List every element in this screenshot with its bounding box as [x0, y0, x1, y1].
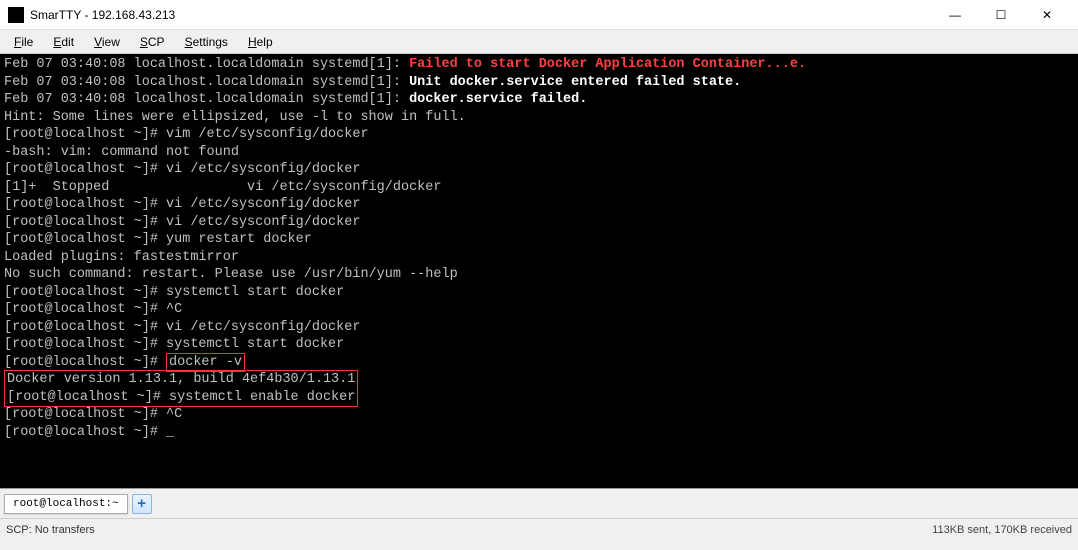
terminal-line: Hint: Some lines were ellipsized, use -l…: [4, 109, 1074, 127]
red-highlight-box: docker -v: [166, 353, 245, 373]
terminal-line: [root@localhost ~]# ^C: [4, 301, 1074, 319]
terminal-text: [root@localhost ~]# yum restart docker: [4, 232, 312, 247]
window-controls: — ☐ ✕: [932, 0, 1070, 30]
menu-settings[interactable]: Settings: [175, 32, 238, 52]
terminal-line: Feb 07 03:40:08 localhost.localdomain sy…: [4, 74, 1074, 92]
terminal-text: Hint: Some lines were ellipsized, use -l…: [4, 110, 466, 125]
terminal-line: [root@localhost ~]# vim /etc/sysconfig/d…: [4, 126, 1074, 144]
tab-session-1[interactable]: root@localhost:~: [4, 494, 128, 514]
terminal-text: Feb 07 03:40:08 localhost.localdomain sy…: [4, 92, 409, 107]
terminal-line: Loaded plugins: fastestmirror: [4, 249, 1074, 267]
maximize-button[interactable]: ☐: [978, 0, 1024, 30]
terminal-text: Failed to start Docker Application Conta…: [409, 57, 806, 72]
menu-help-label: elp: [257, 35, 273, 49]
terminal-text: [root@localhost ~]# vi /etc/sysconfig/do…: [4, 197, 360, 212]
prompt: [root@localhost ~]#: [4, 355, 166, 370]
terminal-text: Loaded plugins: fastestmirror: [4, 250, 239, 265]
statusbar: SCP: No transfers 113KB sent, 170KB rece…: [0, 518, 1078, 540]
terminal-text: -bash: vim: command not found: [4, 145, 239, 160]
menu-edit-label: dit: [61, 35, 74, 49]
terminal-text: [root@localhost ~]# systemctl start dock…: [4, 337, 344, 352]
terminal-line: Feb 07 03:40:08 localhost.localdomain sy…: [4, 56, 1074, 74]
terminal-text: Feb 07 03:40:08 localhost.localdomain sy…: [4, 75, 409, 90]
minimize-button[interactable]: —: [932, 0, 978, 30]
terminal-line: -bash: vim: command not found: [4, 144, 1074, 162]
menu-help[interactable]: Help: [238, 32, 283, 52]
menu-edit[interactable]: Edit: [43, 32, 84, 52]
command-text: docker -v: [169, 355, 242, 370]
terminal-text: [root@localhost ~]# systemctl start dock…: [4, 285, 344, 300]
terminal-text: Feb 07 03:40:08 localhost.localdomain sy…: [4, 57, 409, 72]
terminal-output: Docker version 1.13.1, build 4ef4b30/1.1…: [7, 371, 355, 389]
terminal-line: [root@localhost ~]# systemctl start dock…: [4, 336, 1074, 354]
terminal-text: [root@localhost ~]#: [4, 425, 166, 440]
window-title: SmarTTY - 192.168.43.213: [30, 8, 175, 22]
titlebar: SmarTTY - 192.168.43.213 — ☐ ✕: [0, 0, 1078, 30]
terminal-line: [root@localhost ~]# vi /etc/sysconfig/do…: [4, 161, 1074, 179]
terminal[interactable]: Feb 07 03:40:08 localhost.localdomain sy…: [0, 54, 1078, 488]
terminal-line: [root@localhost ~]# systemctl start dock…: [4, 284, 1074, 302]
menu-settings-label: ettings: [193, 35, 228, 49]
menu-scp-label: CP: [148, 35, 165, 49]
terminal-line: [root@localhost ~]# systemctl enable doc…: [7, 389, 355, 407]
terminal-text: [1]+ Stopped vi /etc/sysconfig/docker: [4, 180, 441, 195]
terminal-line: [root@localhost ~]# docker -v: [4, 354, 1074, 372]
status-right: 113KB sent, 170KB received: [932, 524, 1072, 536]
terminal-line: [root@localhost ~]# vi /etc/sysconfig/do…: [4, 196, 1074, 214]
command-text: systemctl enable docker: [169, 390, 355, 405]
terminal-line: [root@localhost ~]# vi /etc/sysconfig/do…: [4, 214, 1074, 232]
terminal-line: [1]+ Stopped vi /etc/sysconfig/docker: [4, 179, 1074, 197]
menubar: File Edit View SCP Settings Help: [0, 30, 1078, 54]
new-tab-button[interactable]: +: [132, 494, 152, 514]
terminal-text: [root@localhost ~]# ^C: [4, 302, 182, 317]
status-left: SCP: No transfers: [6, 524, 95, 536]
terminal-line: [root@localhost ~]# yum restart docker: [4, 231, 1074, 249]
terminal-text: Unit docker.service entered failed state…: [409, 75, 741, 90]
menu-file-label: ile: [21, 35, 33, 49]
terminal-text: docker.service failed.: [409, 92, 587, 107]
terminal-line: [root@localhost ~]# vi /etc/sysconfig/do…: [4, 319, 1074, 337]
menu-scp[interactable]: SCP: [130, 32, 175, 52]
terminal-text: No such command: restart. Please use /us…: [4, 267, 458, 282]
menu-file[interactable]: File: [4, 32, 43, 52]
terminal-text: [root@localhost ~]# vi /etc/sysconfig/do…: [4, 215, 360, 230]
terminal-line: [root@localhost ~]# ^C: [4, 406, 1074, 424]
menu-view-label: iew: [102, 35, 120, 49]
terminal-text: [root@localhost ~]# vi /etc/sysconfig/do…: [4, 320, 360, 335]
terminal-line: [root@localhost ~]# _: [4, 424, 1074, 442]
titlebar-left: SmarTTY - 192.168.43.213: [8, 7, 175, 23]
red-highlight-box: Docker version 1.13.1, build 4ef4b30/1.1…: [4, 370, 358, 407]
cursor-icon: _: [166, 425, 174, 440]
app-icon: [8, 7, 24, 23]
close-button[interactable]: ✕: [1024, 0, 1070, 30]
terminal-line: Feb 07 03:40:08 localhost.localdomain sy…: [4, 91, 1074, 109]
terminal-text: [root@localhost ~]# vim /etc/sysconfig/d…: [4, 127, 369, 142]
menu-view[interactable]: View: [84, 32, 130, 52]
tabbar: root@localhost:~ +: [0, 488, 1078, 518]
terminal-text: [root@localhost ~]# ^C: [4, 407, 182, 422]
prompt: [root@localhost ~]#: [7, 390, 169, 405]
terminal-text: [root@localhost ~]# vi /etc/sysconfig/do…: [4, 162, 360, 177]
terminal-line: No such command: restart. Please use /us…: [4, 266, 1074, 284]
